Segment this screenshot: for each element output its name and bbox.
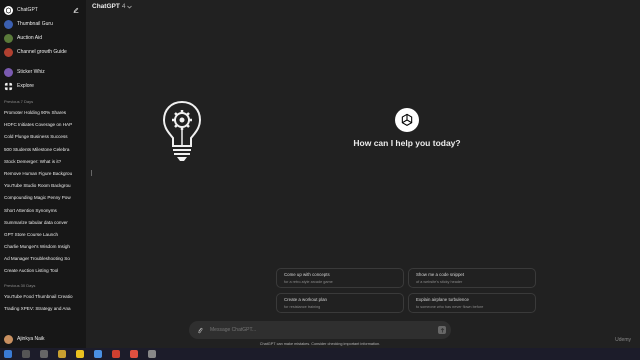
gpt-avatar [4,67,13,77]
udemy-watermark: Udemy [615,337,631,343]
suggestion-subtitle: of a website's sticky header [416,280,463,284]
suggestion-subtitle: for resistance training [284,305,321,309]
openai-logo-icon [4,5,13,15]
avatar [4,334,13,344]
chevron-down-icon [127,5,133,9]
history-item[interactable]: HDFC Initiates Coverage on HAP [0,119,86,131]
history-item[interactable]: Short Attention Synonyms [0,205,86,217]
sidebar-item-explore[interactable]: Explore [0,79,86,93]
section-heading-older: Previous 30 Days [4,282,36,288]
suggestion-title: Show me a code snippet [416,272,465,277]
history-item[interactable]: Compounding Magic Penny Pow [0,192,86,204]
sidebar-item-channel-growth-guide[interactable]: Channel growth Guide [0,45,86,59]
gpt-avatar [4,33,13,43]
new-chat-edit-icon[interactable] [73,7,79,13]
sidebar-collapse-handle[interactable] [91,170,92,176]
suggestion-card[interactable]: Create a workout plan for resistance tra… [276,293,404,313]
gpt-avatar [4,47,13,57]
user-profile[interactable]: Ajinkya Naik [0,332,86,346]
chat-history-list: Promoter Holding 90% Shares HDFC Initiate… [0,107,86,278]
history-item[interactable]: Stock Demerger: What is it? [0,156,86,168]
sidebar-item-auction-aid[interactable]: Auction Aid [0,31,86,45]
sidebar-item-label: Thumbnail Guru [17,21,53,27]
history-item[interactable]: Cold Plunge Business Success [0,131,86,143]
suggestion-subtitle: to someone who has never flown before [416,305,484,309]
app-icon[interactable] [148,350,156,358]
disclaimer-text: ChatGPT can make mistakes. Consider chec… [259,342,381,346]
lightbulb-gear-icon [162,100,202,161]
history-item[interactable]: YouTube Food Thumbnail Creatio [0,291,86,303]
task-view-icon[interactable] [40,350,48,358]
send-button[interactable] [438,326,446,334]
history-item[interactable]: Ad Manager Troubleshooting So [0,253,86,265]
os-taskbar [0,348,640,360]
sidebar-item-chatgpt[interactable]: ChatGPT [0,3,86,17]
sidebar: ChatGPT Thumbnail Guru Auction Aid Chann… [0,0,86,348]
chat-history-list-older: YouTube Food Thumbnail Creatio Trading XP… [0,291,86,315]
sidebar-item-label: Explore [17,83,34,89]
history-item[interactable]: Create Auction Listing Tool [0,265,86,277]
history-item[interactable]: 500 Students Milestone Celebra [0,144,86,156]
history-item[interactable]: Summarize tabular data conver [0,217,86,229]
main-panel: ChatGPT 4 How can I help you today? Come… [86,0,640,348]
sidebar-item-label: ChatGPT [17,7,38,13]
model-label: ChatGPT [92,3,120,10]
paperclip-icon[interactable] [197,327,203,334]
history-item[interactable]: Remove Human Figure Backgrou [0,168,86,180]
suggestion-card[interactable]: Explain airplane turbulence to someone w… [408,293,536,313]
suggestion-card[interactable]: Come up with concepts for a retro-style … [276,268,404,288]
start-icon[interactable] [4,350,12,358]
chrome-icon[interactable] [112,350,120,358]
chrome-icon[interactable] [130,350,138,358]
welcome-heading: How can I help you today? [353,138,461,148]
openai-logo-icon [395,108,419,132]
gpt-avatar [4,19,13,29]
history-item[interactable]: YouTube Studio Room Backgrou [0,180,86,192]
sidebar-item-sticker-whiz[interactable]: Sticker Whiz [0,65,86,79]
file-explorer-icon[interactable] [58,350,66,358]
suggestion-title: Come up with concepts [284,272,330,277]
arrow-up-icon [440,327,444,332]
app-icon[interactable] [76,350,84,358]
user-name: Ajinkya Naik [17,336,45,342]
suggestion-title: Explain airplane turbulence [416,297,469,302]
app-icon[interactable] [94,350,102,358]
section-heading-recent: Previous 7 Days [4,99,34,104]
suggestion-card[interactable]: Show me a code snippet of a website's st… [408,268,536,288]
history-item[interactable]: Trading XPEV: Strategy and Ana [0,303,86,315]
sidebar-item-label: Auction Aid [17,35,43,41]
suggestion-subtitle: for a retro-style arcade game [284,280,333,284]
history-item[interactable]: Promoter Holding 90% Shares [0,107,86,119]
sidebar-item-label: Channel growth Guide [17,49,67,55]
history-item[interactable]: Charlie Munger's Wisdom Insigh [0,241,86,253]
search-icon[interactable] [22,350,30,358]
model-version: 4 [121,3,126,10]
chatgpt-app: ChatGPT Thumbnail Guru Auction Aid Chann… [0,0,640,348]
message-composer[interactable] [189,321,451,339]
message-input[interactable] [210,327,410,333]
model-selector[interactable]: ChatGPT 4 [92,3,133,10]
sidebar-item-label: Sticker Whiz [17,69,45,75]
sidebar-item-thumbnail-guru[interactable]: Thumbnail Guru [0,17,86,31]
history-item[interactable]: GPT Store Course Launch [0,229,86,241]
suggestion-title: Create a workout plan [284,297,327,302]
grid-icon [4,82,13,90]
